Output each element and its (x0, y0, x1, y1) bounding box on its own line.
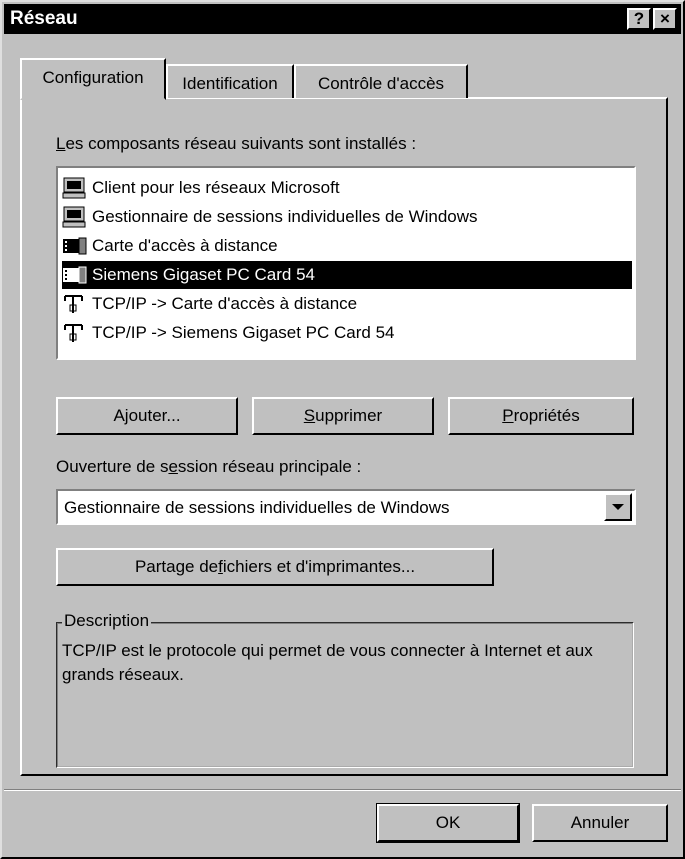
components-list[interactable]: Client pour les réseaux Microsoft Gestio… (56, 166, 636, 360)
help-button[interactable]: ? (627, 8, 651, 30)
network-dialog: Réseau ? × Configuration Identification … (0, 0, 685, 859)
window-title: Réseau (10, 8, 78, 29)
description-text: TCP/IP est le protocole qui permet de vo… (62, 641, 593, 684)
list-item-dialup-adapter[interactable]: Carte d'accès à distance (62, 232, 278, 260)
footer-separator (4, 789, 681, 791)
protocol-icon (62, 322, 90, 344)
computer-icon (62, 177, 90, 199)
list-item-siemens-card[interactable]: Siemens Gigaset PC Card 54 (62, 261, 632, 289)
list-item-tcpip-siemens[interactable]: TCP/IP -> Siemens Gigaset PC Card 54 (62, 319, 395, 347)
tab-identification[interactable]: Identification (166, 64, 294, 98)
dropdown-arrow-button[interactable] (604, 493, 632, 521)
ok-button[interactable]: OK (376, 803, 520, 843)
tab-configuration-label: Configuration (42, 68, 144, 87)
properties-button[interactable]: Propriétés (448, 397, 634, 435)
list-item-client-microsoft[interactable]: Client pour les réseaux Microsoft (62, 174, 340, 202)
add-button[interactable]: Aj outer... (56, 397, 238, 435)
remove-button[interactable]: Supprimer (252, 397, 434, 435)
close-button[interactable]: × (653, 8, 677, 30)
list-item-session-manager[interactable]: Gestionnaire de sessions individuelles d… (62, 203, 478, 231)
network-card-icon (62, 235, 90, 257)
primary-logon-value: Gestionnaire de sessions individuelles d… (64, 498, 450, 517)
tab-access-control[interactable]: Contrôle d'accès (294, 64, 468, 98)
tab-identification-label: Identification (182, 74, 278, 93)
file-printer-sharing-button[interactable]: Partage de f ichiers et d'imprimantes... (56, 548, 494, 586)
computer-icon (62, 206, 90, 228)
title-bar[interactable]: Réseau ? × (4, 4, 681, 34)
tab-configuration[interactable]: Configuration (20, 58, 166, 100)
protocol-icon (62, 293, 90, 315)
components-label: Les composants réseau suivants sont inst… (56, 134, 417, 153)
primary-logon-select[interactable]: Gestionnaire de sessions individuelles d… (56, 489, 636, 525)
primary-logon-label: Ouverture de session réseau principale : (56, 457, 362, 476)
tab-access-control-label: Contrôle d'accès (317, 74, 445, 93)
cancel-button[interactable]: Annuler (532, 804, 668, 842)
list-item-tcpip-dialup[interactable]: TCP/IP -> Carte d'accès à distance (62, 290, 357, 318)
description-legend: Description (62, 611, 152, 631)
chevron-down-icon (612, 504, 624, 510)
network-card-icon (62, 264, 90, 286)
